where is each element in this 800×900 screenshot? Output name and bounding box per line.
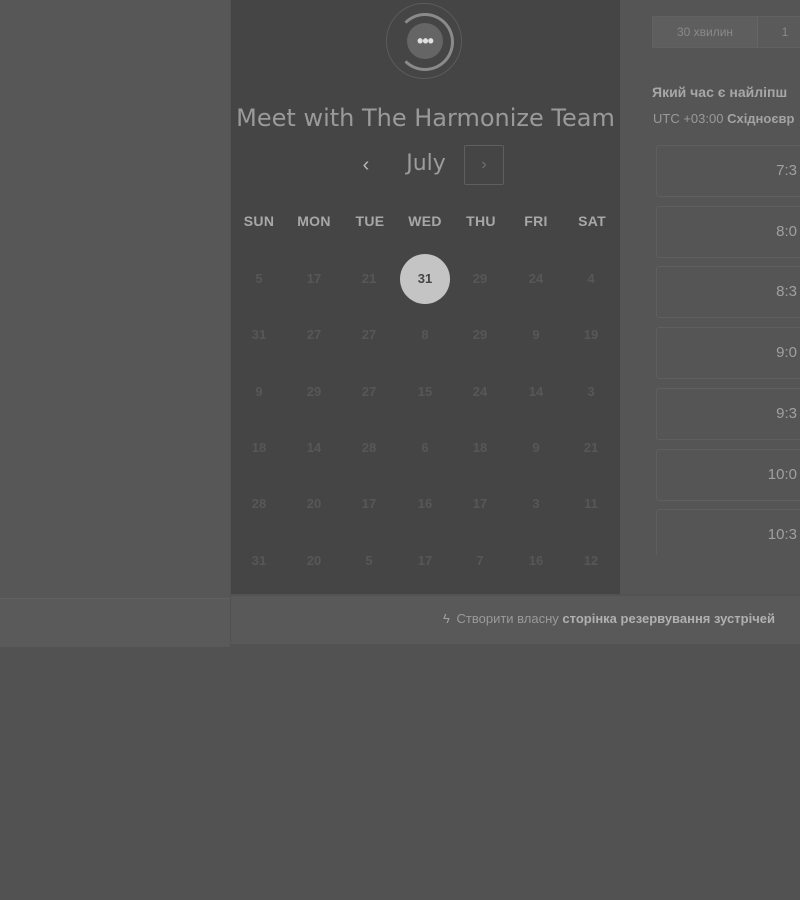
calendar-panel: ••• Meet with The Harmonize Team ‹ July … <box>231 0 620 594</box>
weekday-sat: SAT <box>578 213 606 229</box>
calendar-day[interactable]: 31 <box>234 536 284 586</box>
calendar-day[interactable]: 14 <box>289 423 339 473</box>
timezone-name: Східноєвр <box>727 111 795 126</box>
calendar-day[interactable]: 28 <box>344 423 394 473</box>
weekday-wed: WED <box>408 213 442 229</box>
calendar-day[interactable]: 14 <box>511 367 561 417</box>
calendar-day[interactable]: 18 <box>455 423 505 473</box>
calendar-day[interactable]: 29 <box>455 310 505 360</box>
chevron-right-icon: › <box>481 156 487 173</box>
time-slot-button[interactable]: 10:3 <box>656 509 800 555</box>
calendar-day[interactable]: 18 <box>234 423 284 473</box>
footer-bold-text: сторінка резервування зустрічей <box>562 611 775 626</box>
calendar-day[interactable]: 3 <box>511 479 561 529</box>
footer-text: Створити власну <box>456 611 559 626</box>
backdrop-left-lower <box>0 598 230 647</box>
calendar-day[interactable]: 29 <box>289 367 339 417</box>
calendar-day[interactable]: 8 <box>400 310 450 360</box>
calendar-day[interactable]: 4 <box>566 254 616 304</box>
weekday-mon: MON <box>297 213 331 229</box>
next-month-button[interactable]: › <box>464 145 504 185</box>
calendar-day[interactable]: 27 <box>344 367 394 417</box>
weekday-header: SUN MON TUE WED THU FRI SAT <box>231 213 620 233</box>
selected-day[interactable]: 31 <box>400 254 450 304</box>
backdrop-left <box>0 0 230 598</box>
calendar-day[interactable]: 9 <box>511 310 561 360</box>
calendar-day[interactable]: 11 <box>566 479 616 529</box>
timezone-selector[interactable]: UTC +03:00 Східноєвр <box>653 111 794 126</box>
tab-1-hour[interactable]: 1 <box>757 17 800 47</box>
calendar-day[interactable]: 9 <box>511 423 561 473</box>
chevron-left-icon: ‹ <box>362 154 370 176</box>
weekday-tue: TUE <box>355 213 385 229</box>
page-title: Meet with The Harmonize Team <box>236 104 615 132</box>
time-selection-panel: 30 хвилин 1 Який час є найліпш UTC +03:0… <box>620 0 800 594</box>
weekday-thu: THU <box>466 213 496 229</box>
chat-bubble-icon: ••• <box>407 23 443 59</box>
previous-month-button[interactable]: ‹ <box>353 153 379 179</box>
calendar-day[interactable]: 21 <box>566 423 616 473</box>
time-slot-list: 7:3 8:0 8:3 9:0 9:3 10:0 10:3 <box>656 145 800 555</box>
timezone-offset: UTC +03:00 <box>653 111 724 126</box>
time-question: Який час є найліпш <box>652 84 788 100</box>
time-slot-button[interactable]: 10:0 <box>656 448 800 501</box>
hubspot-sprocket-icon: ϟ <box>443 611 450 626</box>
footer-bar: ϟ Створити власну сторінка резервування … <box>231 596 800 644</box>
calendar-day[interactable]: 29 <box>455 254 505 304</box>
tab-30-minutes[interactable]: 30 хвилин <box>653 17 758 47</box>
calendar-day[interactable]: 24 <box>455 367 505 417</box>
calendar-day[interactable]: 5 <box>234 254 284 304</box>
month-navigation: ‹ July › <box>231 145 620 189</box>
calendar-day[interactable]: 5 <box>344 536 394 586</box>
calendar-day[interactable]: 31 <box>234 310 284 360</box>
time-slot-button[interactable]: 9:0 <box>656 327 800 380</box>
calendar-day[interactable]: 28 <box>234 479 284 529</box>
calendar-day[interactable]: 21 <box>344 254 394 304</box>
calendar-day[interactable]: 27 <box>289 310 339 360</box>
calendar-day[interactable]: 16 <box>511 536 561 586</box>
calendar-day[interactable]: 7 <box>455 536 505 586</box>
time-slot-button[interactable]: 8:3 <box>656 266 800 319</box>
calendar-day[interactable]: 15 <box>400 367 450 417</box>
time-slot-button[interactable]: 7:3 <box>656 145 800 197</box>
calendar-day[interactable]: 27 <box>344 310 394 360</box>
calendar-day[interactable]: 24 <box>511 254 561 304</box>
calendar-day[interactable]: 17 <box>289 254 339 304</box>
footer-link[interactable]: ϟ Створити власну сторінка резервування … <box>443 611 775 626</box>
calendar-day[interactable]: 3 <box>566 367 616 417</box>
calendar-day[interactable]: 20 <box>289 536 339 586</box>
weekday-sun: SUN <box>243 213 275 229</box>
calendar-day[interactable]: 20 <box>289 479 339 529</box>
calendar-day[interactable]: 17 <box>344 479 394 529</box>
company-logo: ••• <box>386 3 462 79</box>
calendar-day[interactable]: 9 <box>234 367 284 417</box>
weekday-fri: FRI <box>524 213 548 229</box>
time-slot-button[interactable]: 8:0 <box>656 205 800 258</box>
calendar-day[interactable]: 17 <box>400 536 450 586</box>
calendar-day[interactable]: 12 <box>566 536 616 586</box>
time-slot-button[interactable]: 9:3 <box>656 387 800 440</box>
calendar-day[interactable]: 19 <box>566 310 616 360</box>
calendar-day[interactable]: 16 <box>400 479 450 529</box>
duration-tabs: 30 хвилин 1 <box>652 16 800 48</box>
calendar-day[interactable]: 6 <box>400 423 450 473</box>
month-label: July <box>406 151 446 176</box>
calendar-day[interactable]: 17 <box>455 479 505 529</box>
